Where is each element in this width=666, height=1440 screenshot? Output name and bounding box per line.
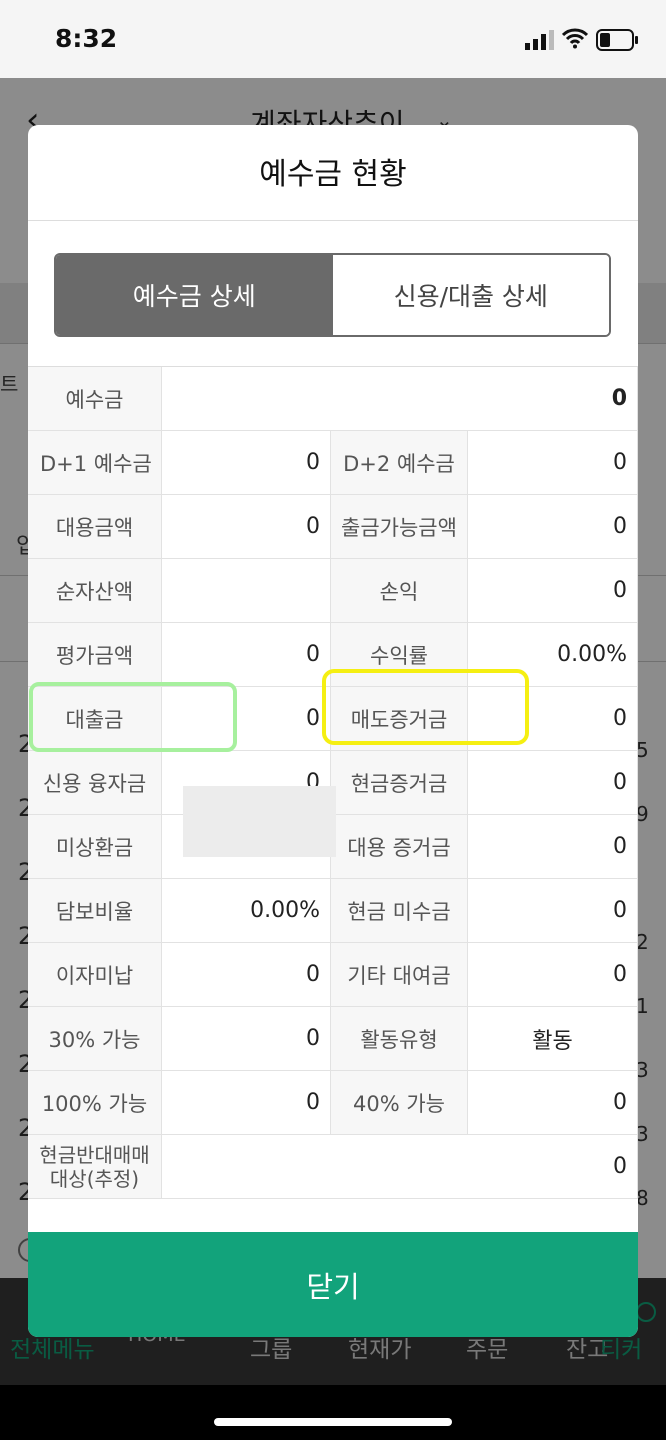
yellow-highlight-box	[322, 669, 529, 745]
forced-sale-target-label: 현금반대매매 대상(추정)	[28, 1135, 162, 1199]
net-assets-value	[162, 559, 331, 623]
deposit-status-modal: 예수금 현황 예수금 상세 신용/대출 상세 예수금 0 D+1 예수금 0 D…	[28, 125, 638, 1337]
divider	[28, 220, 638, 221]
available-40-label: 40% 가능	[331, 1071, 468, 1135]
available-40-value: 0	[468, 1071, 638, 1135]
unpaid-repayment-label: 미상환금	[28, 815, 162, 879]
activity-type-label: 활동유형	[331, 1007, 468, 1071]
close-button[interactable]: 닫기	[28, 1232, 638, 1337]
cash-margin-value: 0	[468, 751, 638, 815]
deposit-detail-table: 예수금 0 D+1 예수금 0 D+2 예수금 0 대용금액 0 출금가능금액 …	[28, 366, 638, 1199]
wifi-icon	[562, 28, 588, 49]
modal-title: 예수금 현황	[259, 157, 407, 192]
status-time: 8:32	[55, 24, 118, 53]
forced-sale-target-value: 0	[162, 1135, 638, 1199]
available-100-label: 100% 가능	[28, 1071, 162, 1135]
valuation-amount-label: 평가금액	[28, 623, 162, 687]
unpaid-interest-label: 이자미납	[28, 943, 162, 1007]
valuation-amount-value: 0	[162, 623, 331, 687]
green-highlight-box	[29, 682, 237, 752]
d2-deposit-value: 0	[468, 431, 638, 495]
cellular-signal-icon	[525, 30, 554, 50]
d2-deposit-label: D+2 예수금	[331, 431, 468, 495]
tab-deposit-detail[interactable]: 예수금 상세	[56, 255, 333, 335]
withdrawable-amount-value: 0	[468, 495, 638, 559]
substitute-margin-label: 대용 증거금	[331, 815, 468, 879]
d1-deposit-label: D+1 예수금	[28, 431, 162, 495]
profit-loss-value: 0	[468, 559, 638, 623]
cash-margin-label: 현금증거금	[331, 751, 468, 815]
unpaid-interest-value: 0	[162, 943, 331, 1007]
deposit-label: 예수금	[28, 367, 162, 431]
masked-value-block	[183, 786, 336, 857]
collateral-ratio-label: 담보비율	[28, 879, 162, 943]
d1-deposit-value: 0	[162, 431, 331, 495]
cash-receivable-value: 0	[468, 879, 638, 943]
deposit-value: 0	[162, 367, 638, 431]
available-100-value: 0	[162, 1071, 331, 1135]
battery-icon	[596, 29, 638, 51]
other-lending-value: 0	[468, 943, 638, 1007]
cash-receivable-label: 현금 미수금	[331, 879, 468, 943]
tab-credit-loan-detail[interactable]: 신용/대출 상세	[332, 255, 609, 335]
net-assets-label: 순자산액	[28, 559, 162, 623]
substitute-margin-value: 0	[468, 815, 638, 879]
home-indicator[interactable]	[214, 1418, 452, 1426]
withdrawable-amount-label: 출금가능금액	[331, 495, 468, 559]
available-30-value: 0	[162, 1007, 331, 1071]
credit-loan-label: 신용 융자금	[28, 751, 162, 815]
status-bar: 8:32	[0, 0, 666, 78]
activity-type-value: 활동	[468, 1007, 638, 1071]
forced-sale-target-label-line2: 대상(추정)	[49, 1166, 140, 1191]
tab-segmented-control: 예수금 상세 신용/대출 상세	[54, 253, 611, 337]
available-30-label: 30% 가능	[28, 1007, 162, 1071]
substitute-amount-label: 대용금액	[28, 495, 162, 559]
profit-loss-label: 손익	[331, 559, 468, 623]
substitute-amount-value: 0	[162, 495, 331, 559]
forced-sale-target-label-line1: 현금반대매매	[39, 1142, 150, 1167]
other-lending-label: 기타 대여금	[331, 943, 468, 1007]
collateral-ratio-value: 0.00%	[162, 879, 331, 943]
